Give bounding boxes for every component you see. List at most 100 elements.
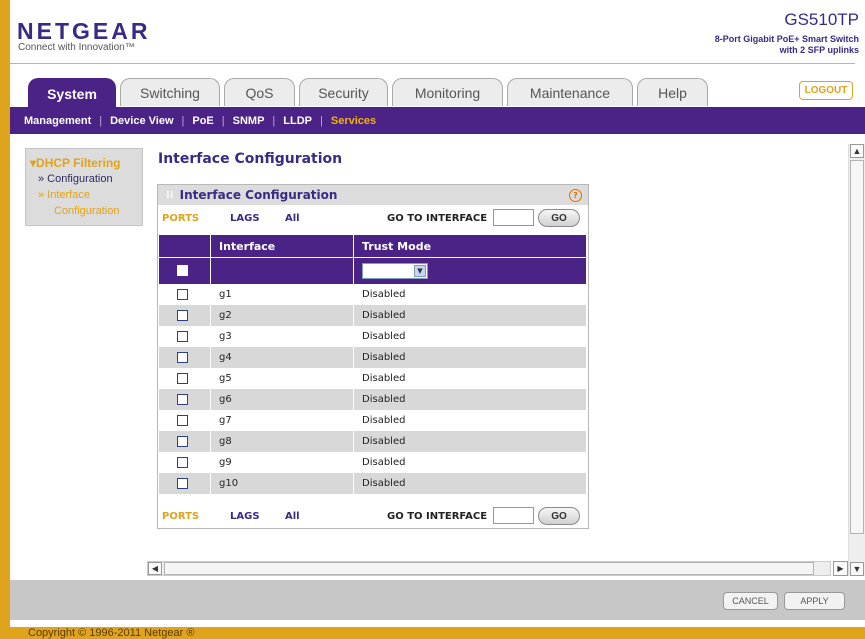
row-checkbox[interactable]: [177, 414, 188, 426]
leftnav-interface-configuration[interactable]: Configuration: [30, 203, 138, 219]
filter-all-link[interactable]: All: [285, 213, 300, 224]
trust-mode-cell: Disabled: [353, 347, 587, 368]
row-select-cell: [159, 389, 211, 410]
table-row: g7 Disabled: [159, 410, 587, 431]
scroll-down-icon[interactable]: ▼: [850, 562, 864, 576]
scroll-left-icon[interactable]: ◀: [148, 562, 162, 575]
tab-switching[interactable]: Switching: [120, 78, 220, 106]
subnav-services[interactable]: Services: [331, 115, 376, 127]
table-row: g5 Disabled: [159, 368, 587, 389]
row-select-cell: [159, 452, 211, 473]
select-all-checkbox[interactable]: [177, 265, 188, 277]
trust-mode-select[interactable]: ▼: [362, 263, 428, 279]
tab-system[interactable]: System: [28, 78, 116, 108]
model-desc-line2: with 2 SFP uplinks: [779, 45, 859, 55]
sub-navigation: Management | Device View | PoE | SNMP | …: [10, 107, 865, 134]
page-title: Interface Configuration: [158, 151, 343, 167]
filter-all-link[interactable]: All: [285, 511, 300, 522]
horizontal-scroll-thumb[interactable]: [164, 562, 814, 575]
row-checkbox[interactable]: [177, 393, 188, 405]
logout-button[interactable]: LOGOUT: [799, 81, 853, 100]
row-checkbox[interactable]: [177, 330, 188, 342]
go-button[interactable]: GO: [538, 209, 580, 227]
tab-security[interactable]: Security: [299, 78, 388, 106]
filter-row-top: PORTS LAGS All GO TO INTERFACE GO: [158, 207, 588, 229]
trust-mode-cell: Disabled: [353, 326, 587, 347]
subnav-poe[interactable]: PoE: [192, 115, 213, 127]
subnav-device-view[interactable]: Device View: [110, 115, 173, 127]
apply-button[interactable]: APPLY: [784, 592, 845, 610]
leftnav-interface[interactable]: » Interface: [30, 187, 138, 203]
filter-ports-link[interactable]: PORTS: [162, 213, 199, 224]
goto-interface-label: GO TO INTERFACE: [387, 511, 488, 522]
help-icon[interactable]: ?: [569, 189, 582, 202]
filter-lags-link[interactable]: LAGS: [230, 213, 260, 224]
vertical-scroll-thumb[interactable]: [850, 160, 864, 534]
row-checkbox[interactable]: [177, 288, 188, 300]
cancel-button[interactable]: CANCEL: [723, 592, 778, 610]
chevron-down-icon: ▼: [414, 265, 426, 277]
bulk-edit-row: ▼: [159, 257, 587, 284]
row-checkbox[interactable]: [177, 309, 188, 321]
row-select-cell: [159, 410, 211, 431]
subnav-separator: |: [99, 114, 103, 127]
row-checkbox[interactable]: [177, 372, 188, 384]
leftnav-configuration[interactable]: » Configuration: [30, 171, 138, 187]
interface-table: Interface Trust Mode ▼ g1 Disabled g2 Disab…: [159, 235, 587, 494]
table-row: g4 Disabled: [159, 347, 587, 368]
interface-cell: g7: [210, 410, 354, 431]
bulk-interface-cell: [210, 257, 354, 284]
filter-lags-link[interactable]: LAGS: [230, 511, 260, 522]
content-area: ▾DHCP Filtering » Configuration » Interf…: [10, 134, 865, 578]
interface-column-header: Interface: [210, 235, 354, 258]
subnav-separator: |: [272, 114, 276, 127]
goto-interface-input[interactable]: [493, 209, 534, 226]
go-button[interactable]: GO: [538, 507, 580, 525]
table-row: g9 Disabled: [159, 452, 587, 473]
brand-tagline: Connect with Innovation™: [18, 42, 135, 53]
select-column-header: [159, 235, 211, 258]
horizontal-scrollbar[interactable]: ◀: [147, 561, 831, 576]
copyright-text: Copyright © 1996-2011 Netgear ®: [28, 627, 195, 639]
subnav-separator: |: [320, 114, 323, 127]
subnav-management[interactable]: Management: [24, 115, 91, 127]
goto-interface-input[interactable]: [493, 507, 534, 524]
row-checkbox[interactable]: [177, 435, 188, 447]
scroll-right-icon[interactable]: ▶: [833, 561, 848, 576]
vertical-scrollbar[interactable]: ▲ ▼: [848, 144, 865, 576]
trust-mode-cell: Disabled: [353, 410, 587, 431]
tab-help[interactable]: Help: [637, 78, 708, 106]
model-desc-line1: 8-Port Gigabit PoE+ Smart Switch: [714, 34, 859, 44]
trust-mode-cell: Disabled: [353, 452, 587, 473]
interface-cell: g1: [210, 284, 354, 305]
leftnav-dhcp-filtering[interactable]: ▾DHCP Filtering: [30, 155, 138, 171]
row-checkbox[interactable]: [177, 477, 188, 489]
tab-maintenance[interactable]: Maintenance: [507, 78, 633, 106]
subnav-separator: |: [181, 114, 185, 127]
bulk-trust-cell: ▼: [353, 257, 587, 284]
table-row: g10 Disabled: [159, 473, 587, 494]
tab-monitoring[interactable]: Monitoring: [392, 78, 503, 106]
trust-mode-cell: Disabled: [353, 431, 587, 452]
filter-ports-link[interactable]: PORTS: [162, 511, 199, 522]
drag-grip-icon: ⁞⁞: [166, 189, 174, 201]
goto-interface-label: GO TO INTERFACE: [387, 213, 488, 224]
tab-qos[interactable]: QoS: [224, 78, 295, 106]
row-checkbox[interactable]: [177, 351, 188, 363]
interface-cell: g3: [210, 326, 354, 347]
row-select-cell: [159, 473, 211, 494]
scroll-up-icon[interactable]: ▲: [850, 144, 864, 158]
interface-cell: g2: [210, 305, 354, 326]
interface-cell: g9: [210, 452, 354, 473]
interface-cell: g4: [210, 347, 354, 368]
subnav-snmp[interactable]: SNMP: [233, 115, 265, 127]
row-select-cell: [159, 305, 211, 326]
subnav-lldp[interactable]: LLDP: [283, 115, 312, 127]
trust-mode-cell: Disabled: [353, 368, 587, 389]
trust-mode-cell: Disabled: [353, 284, 587, 305]
table-row: g2 Disabled: [159, 305, 587, 326]
trust-mode-cell: Disabled: [353, 389, 587, 410]
row-select-cell: [159, 368, 211, 389]
filter-row-bottom: PORTS LAGS All GO TO INTERFACE GO: [158, 505, 588, 527]
row-checkbox[interactable]: [177, 456, 188, 468]
